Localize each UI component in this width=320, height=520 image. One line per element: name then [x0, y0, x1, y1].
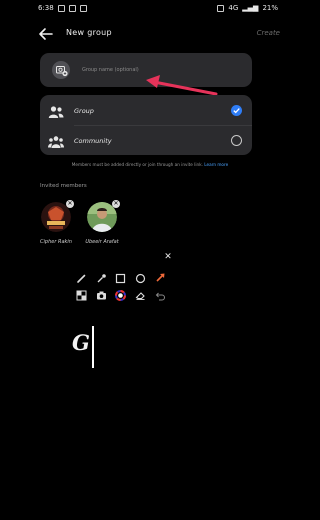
info-note: Members must be added directly or join t… — [40, 162, 260, 167]
learn-more-link[interactable]: Learn more — [204, 162, 228, 167]
group-icon — [48, 106, 64, 118]
remove-member-button[interactable]: ✕ — [66, 200, 74, 208]
page-title: New group — [66, 28, 112, 37]
option-group-label: Group — [74, 107, 94, 115]
notification-icon — [68, 4, 76, 12]
create-button[interactable]: Create — [257, 29, 280, 37]
notification-icon — [79, 4, 87, 12]
remove-member-button[interactable]: ✕ — [112, 200, 120, 208]
member-chip[interactable]: ✕ Cipher Rakin — [38, 200, 74, 245]
text-cursor — [92, 326, 94, 368]
option-community[interactable]: Community — [40, 127, 252, 157]
divider — [74, 125, 252, 126]
undo-icon[interactable] — [155, 290, 166, 301]
circle-icon[interactable] — [135, 273, 146, 284]
member-name: Ubeeir Arafat — [85, 239, 119, 245]
member-chip[interactable]: ✕ Ubeeir Arafat — [84, 200, 120, 245]
group-type-selector: Group Community — [40, 95, 252, 155]
community-icon — [48, 136, 64, 148]
signal-icon: ▂▄▆ — [242, 4, 259, 12]
option-community-label: Community — [74, 137, 112, 145]
network-label: 4G — [228, 4, 239, 12]
mosaic-icon[interactable] — [76, 290, 87, 301]
text-overlay[interactable]: G — [72, 330, 90, 355]
info-note-text: Members must be added directly or join t… — [71, 162, 203, 167]
eraser-icon[interactable] — [135, 290, 146, 301]
eyedropper-icon[interactable] — [96, 273, 107, 284]
sim-icon — [217, 4, 225, 12]
arrow-icon[interactable] — [155, 272, 166, 283]
battery-level: 21% — [262, 4, 278, 12]
group-photo-button[interactable] — [52, 61, 70, 79]
pen-icon[interactable] — [76, 273, 87, 284]
notification-icon — [57, 4, 65, 12]
close-editor-button[interactable]: ✕ — [163, 252, 173, 262]
radio-unselected-icon[interactable] — [231, 135, 242, 146]
square-icon[interactable] — [115, 273, 126, 284]
color-wheel-icon[interactable] — [115, 290, 126, 301]
radio-selected-icon[interactable] — [231, 105, 242, 116]
back-arrow-icon[interactable] — [38, 26, 54, 42]
add-photo-icon — [56, 66, 68, 77]
status-bar: 6:38 4G ▂▄▆ 21% — [0, 0, 292, 18]
camera-icon[interactable] — [96, 290, 107, 301]
status-time: 6:38 — [38, 4, 54, 12]
option-group[interactable]: Group — [40, 97, 252, 127]
app-header: New group Create — [0, 22, 292, 46]
invited-members-heading: Invited members — [40, 183, 87, 189]
